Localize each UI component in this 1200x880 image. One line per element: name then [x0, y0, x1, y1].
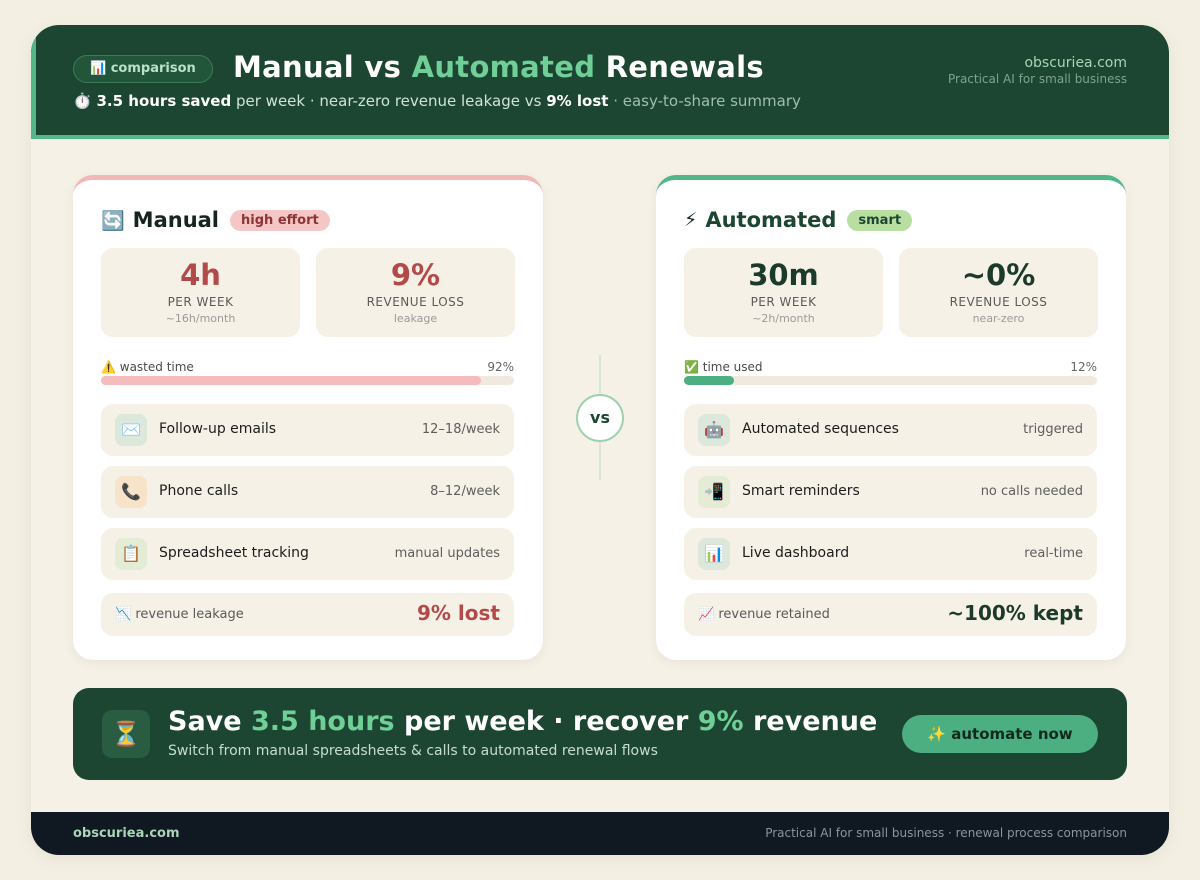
time-used-label: ✅ time used 12%	[684, 360, 1097, 374]
brand-tagline: Practical AI for small business	[947, 72, 1127, 86]
result-value: ~100% kept	[947, 601, 1083, 625]
stat-label: PER WEEK	[167, 295, 234, 309]
list-item: 📲 Smart reminders no calls needed	[684, 466, 1097, 518]
cta-subtitle: Switch from manual spreadsheets & calls …	[168, 743, 658, 759]
subline-text: per week · near-zero revenue leakage vs	[231, 92, 547, 110]
automated-stat-revenue: ~0% REVENUE LOSS near-zero	[899, 248, 1098, 337]
manual-card: 🔄 Manual high effort 4h PER WEEK ~16h/mo…	[73, 175, 543, 660]
automated-card: ⚡ Automated smart 30m PER WEEK ~2h/month…	[656, 175, 1126, 660]
stat-sub: leakage	[393, 312, 438, 325]
bar-percent: 92%	[487, 360, 514, 374]
cta-headline: Save 3.5 hours per week · recover 9% rev…	[168, 706, 877, 737]
cta-text-2: per week · recover	[394, 706, 698, 737]
subline-muted: · easy-to-share summary	[608, 92, 801, 110]
clipboard-icon: 📋	[115, 538, 147, 570]
automated-card-header: ⚡ Automated smart	[684, 208, 913, 232]
list-item: 🤖 Automated sequences triggered	[684, 404, 1097, 456]
high-effort-tag: high effort	[230, 209, 330, 231]
bar-chart-icon: 📊	[698, 538, 730, 570]
result-label: 📉 revenue leakage	[115, 607, 244, 622]
stat-value: 4h	[180, 258, 221, 292]
page-frame: 📊 comparison Manual vs Automated Renewal…	[31, 25, 1169, 855]
cta-hours: 3.5 hours	[250, 706, 395, 737]
manual-stat-time: 4h PER WEEK ~16h/month	[101, 248, 300, 337]
row-label: Automated sequences	[742, 421, 899, 437]
bar-label-text: ⚠️ wasted time	[101, 360, 194, 374]
footer: obscuriea.com Practical AI for small bus…	[31, 812, 1169, 855]
phone-icon: 📞	[115, 476, 147, 508]
revenue-retained-result: 📈 revenue retained ~100% kept	[684, 593, 1097, 636]
cta-text-3: revenue	[743, 706, 878, 737]
wasted-time-fill	[101, 376, 481, 385]
stat-value: 9%	[390, 258, 441, 292]
cta-percent: 9%	[697, 706, 744, 737]
cta-banner: ⏳ Save 3.5 hours per week · recover 9% r…	[73, 688, 1127, 780]
row-label: Smart reminders	[742, 483, 860, 499]
refresh-icon: 🔄	[101, 209, 125, 232]
row-label: Live dashboard	[742, 545, 850, 561]
hourglass-icon: ⏳	[102, 710, 150, 758]
row-label: Follow-up emails	[159, 421, 277, 437]
row-value: manual updates	[394, 546, 500, 561]
stat-label: PER WEEK	[750, 295, 817, 309]
list-item: 📊 Live dashboard real-time	[684, 528, 1097, 580]
wasted-time-bar	[101, 376, 514, 385]
row-value: 8–12/week	[430, 484, 500, 499]
manual-card-header: 🔄 Manual high effort	[101, 208, 330, 232]
list-item: ✉️ Follow-up emails 12–18/week	[101, 404, 514, 456]
stopwatch-icon: ⏱️	[73, 92, 92, 110]
row-value: triggered	[1023, 422, 1083, 437]
footer-tagline: Practical AI for small business · renewa…	[765, 826, 1127, 840]
manual-stat-revenue: 9% REVENUE LOSS leakage	[316, 248, 515, 337]
header-brand: obscuriea.com Practical AI for small bus…	[948, 55, 1127, 86]
stat-value: ~0%	[961, 258, 1036, 292]
row-value: 12–18/week	[421, 422, 500, 437]
robot-icon: 🤖	[698, 414, 730, 446]
vs-badge: vs	[576, 394, 624, 442]
row-label: Spreadsheet tracking	[159, 545, 309, 561]
email-icon: ✉️	[115, 414, 147, 446]
revenue-leakage-result: 📉 revenue leakage 9% lost	[101, 593, 514, 636]
footer-brand[interactable]: obscuriea.com	[73, 826, 180, 841]
row-value: no calls needed	[980, 484, 1083, 499]
stat-label: REVENUE LOSS	[366, 295, 465, 309]
title-part-2: Renewals	[595, 50, 764, 84]
row-label: Phone calls	[159, 483, 239, 499]
mobile-phone-icon: 📲	[698, 476, 730, 508]
list-item: 📞 Phone calls 8–12/week	[101, 466, 514, 518]
hours-saved: 3.5 hours saved	[96, 92, 232, 110]
page-title: Manual vs Automated Renewals	[233, 50, 764, 84]
time-used-bar	[684, 376, 1097, 385]
row-value: real-time	[1024, 546, 1083, 561]
brand-domain[interactable]: obscuriea.com	[948, 55, 1127, 71]
bar-percent: 12%	[1070, 360, 1097, 374]
smart-tag: smart	[847, 209, 913, 231]
stat-value: 30m	[748, 258, 819, 292]
header: 📊 comparison Manual vs Automated Renewal…	[31, 25, 1169, 139]
automated-stat-time: 30m PER WEEK ~2h/month	[684, 248, 883, 337]
comparison-badge: 📊 comparison	[73, 55, 213, 83]
result-value: 9% lost	[417, 601, 500, 625]
cta-text-1: Save	[168, 706, 251, 737]
lightning-icon: ⚡	[684, 209, 698, 231]
bar-label-text: ✅ time used	[684, 360, 763, 374]
stat-sub: near-zero	[972, 312, 1025, 325]
manual-title: Manual	[132, 208, 220, 232]
time-used-fill	[684, 376, 734, 385]
percent-lost: 9% lost	[546, 92, 609, 110]
title-accent: Automated	[411, 50, 596, 84]
stat-label: REVENUE LOSS	[949, 295, 1048, 309]
automated-title: Automated	[705, 208, 837, 232]
wasted-time-label: ⚠️ wasted time 92%	[101, 360, 514, 374]
header-subline: ⏱️ 3.5 hours saved per week · near-zero …	[73, 92, 801, 110]
list-item: 📋 Spreadsheet tracking manual updates	[101, 528, 514, 580]
stat-sub: ~16h/month	[165, 312, 236, 325]
title-part-1: Manual vs	[233, 50, 412, 84]
result-label: 📈 revenue retained	[698, 607, 830, 622]
stat-sub: ~2h/month	[752, 312, 815, 325]
automate-now-button[interactable]: ✨ automate now	[902, 715, 1098, 753]
